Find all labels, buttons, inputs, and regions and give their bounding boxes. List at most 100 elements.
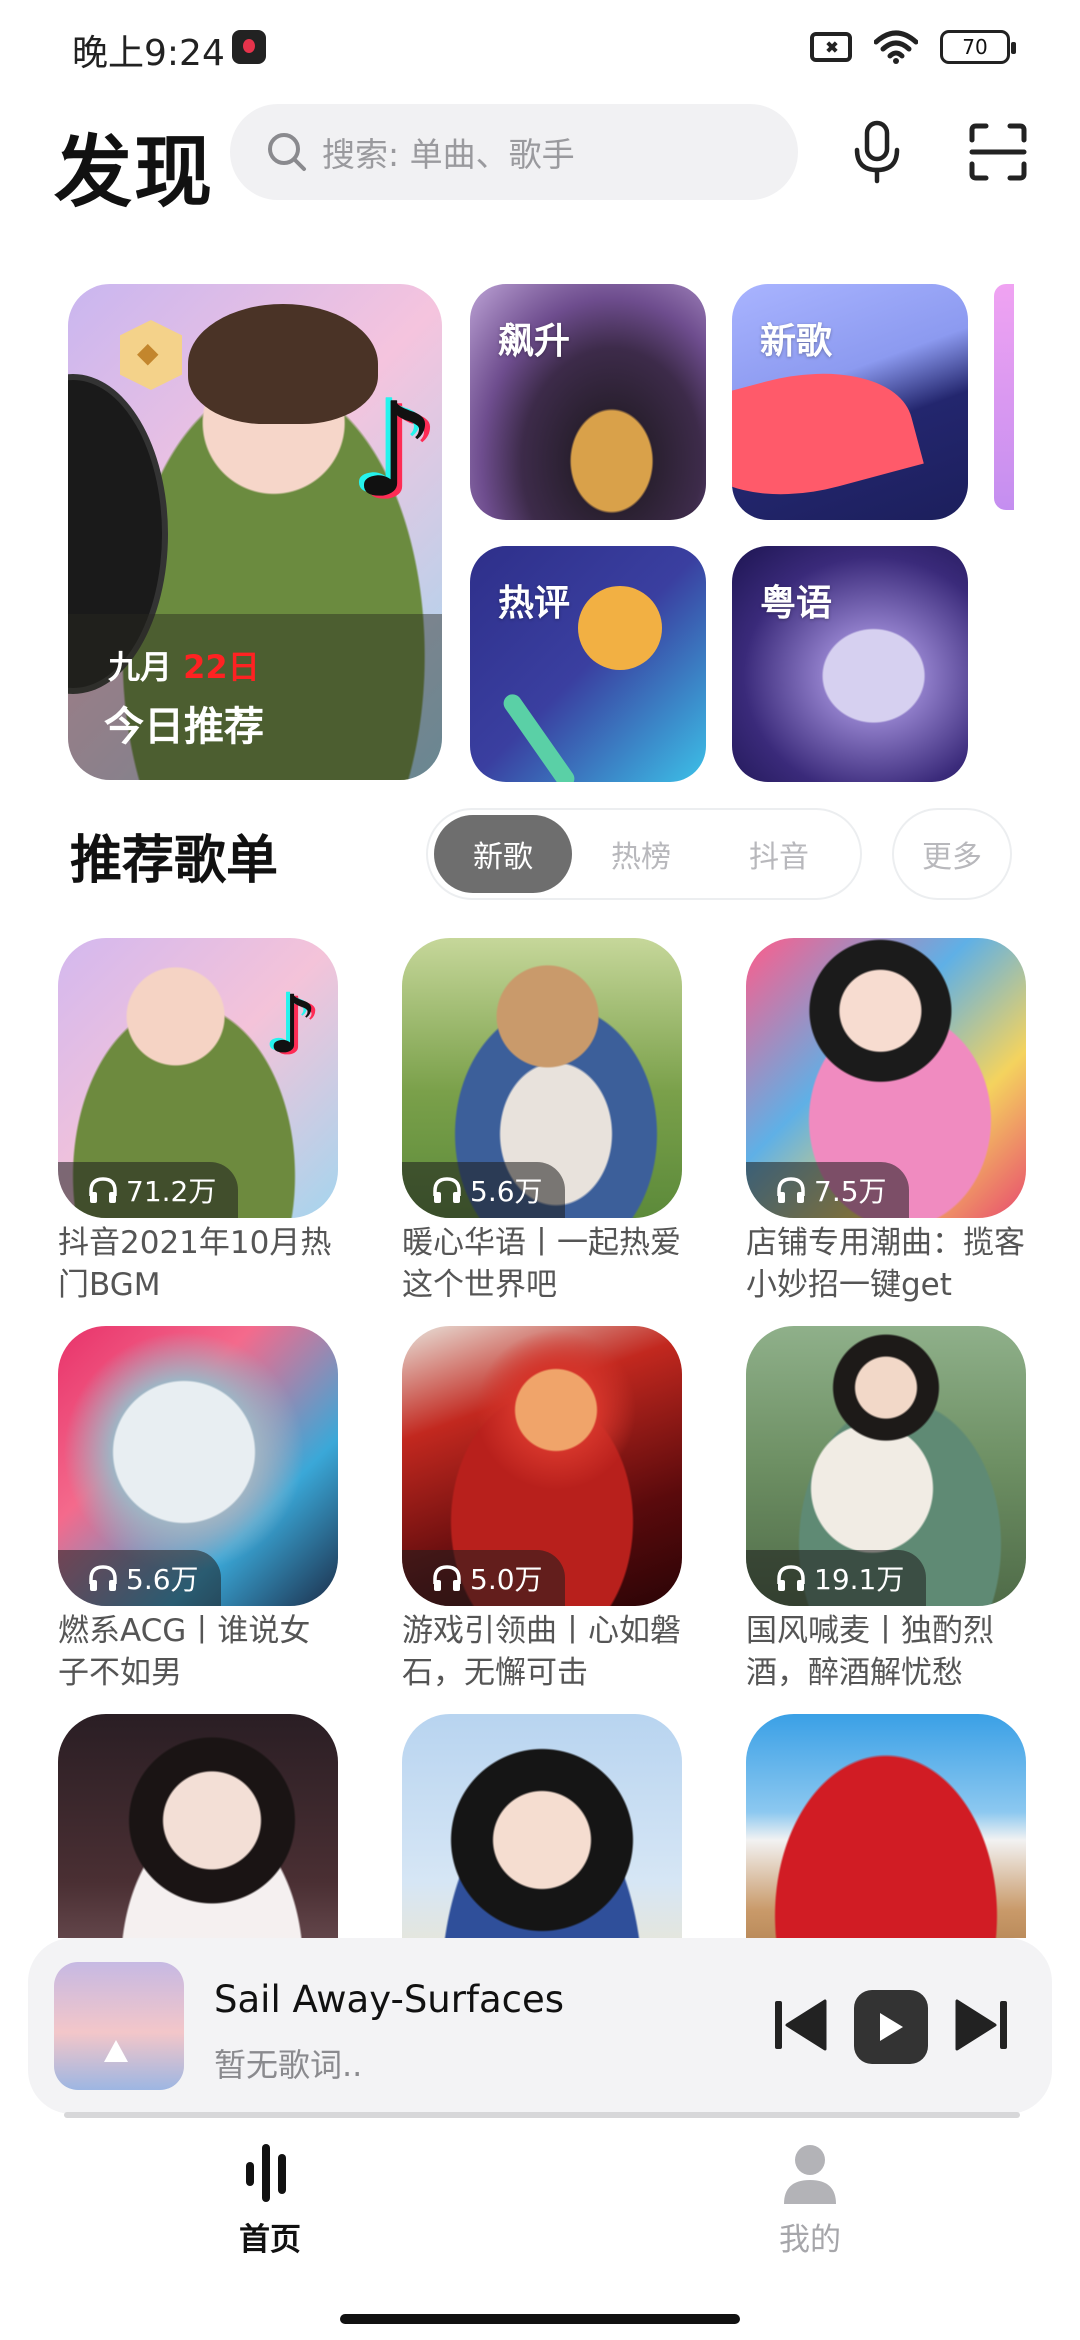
scan-icon[interactable]: [968, 122, 1028, 182]
play-count-badge: 5.6万: [402, 1162, 565, 1218]
header: 发现 搜索: 单曲、歌手: [0, 104, 1080, 218]
playlist-cover: [746, 1714, 1026, 1938]
tiktok-logo-icon: ♪: [266, 978, 318, 1071]
filter-tab-douyin[interactable]: 抖音: [710, 815, 848, 893]
battery-icon: 70: [940, 30, 1016, 64]
search-input[interactable]: 搜索: 单曲、歌手: [230, 104, 798, 200]
diamond-badge-icon: [120, 320, 182, 390]
playlist-title: 国风喊麦丨独酌烈酒，醉酒解忧愁: [746, 1613, 994, 1691]
play-count: 5.6万: [126, 1563, 199, 1596]
nav-item-mine[interactable]: 我的: [720, 2140, 900, 2259]
play-count: 7.5万: [814, 1175, 887, 1208]
category-tile-hot-comments[interactable]: 热评: [470, 546, 706, 782]
status-icons: 70: [810, 30, 1016, 64]
more-button[interactable]: 更多: [892, 808, 1012, 900]
status-bar: 晚上9:24 70: [0, 0, 1080, 96]
banner-title: 今日推荐: [104, 704, 264, 750]
skip-next-icon: [955, 1999, 1007, 2051]
playlist-card[interactable]: 7.5万 店铺专用潮曲：揽客小妙招一键get: [746, 938, 1026, 1306]
category-label: 飙升: [498, 321, 571, 362]
nav-item-home[interactable]: 首页: [180, 2140, 360, 2259]
playlist-title: 店铺专用潮曲：揽客小妙招一键get: [746, 1225, 1025, 1303]
music-app-icon: [232, 30, 266, 64]
play-count: 5.6万: [470, 1175, 543, 1208]
headphones-icon: [89, 1177, 117, 1203]
previous-track-button[interactable]: [768, 1990, 834, 2060]
play-count-badge: 7.5万: [746, 1162, 909, 1218]
next-track-button[interactable]: [948, 1990, 1014, 2060]
filter-tab-hot[interactable]: 热榜: [572, 815, 710, 893]
sim-off-icon: [810, 32, 852, 62]
playlist-card[interactable]: ♪ 71.2万 抖音2021年10月热门BGM: [58, 938, 338, 1306]
banner-artist-image: [188, 304, 378, 424]
daily-recommend-banner[interactable]: ♪ 九月 22日 今日推荐: [68, 284, 442, 780]
play-count: 19.1万: [814, 1563, 905, 1596]
playlist-card[interactable]: 5.6万 暖心华语丨一起热爱这个世界吧: [402, 938, 682, 1306]
playlist-title: 游戏引领曲丨心如磐石，无懈可击: [402, 1613, 681, 1691]
section-title: 推荐歌单: [70, 831, 279, 891]
category-tile-next-peek[interactable]: [994, 284, 1014, 510]
play-count-badge: 19.1万: [746, 1550, 927, 1606]
play-count-badge: 5.6万: [58, 1550, 221, 1606]
category-tile-soar[interactable]: 飙升: [470, 284, 706, 520]
page-title: 发现: [54, 128, 215, 218]
playlist-title: 燃系ACG丨谁说女子不如男: [58, 1613, 311, 1691]
playlist-card[interactable]: 19.1万 国风喊麦丨独酌烈酒，醉酒解忧愁: [746, 1326, 1026, 1694]
status-time: 晚上9:24: [72, 33, 225, 74]
playlist-title: 抖音2021年10月热门BGM: [58, 1225, 332, 1303]
filter-tab-new[interactable]: 新歌: [434, 815, 572, 893]
playlist-card[interactable]: [58, 1714, 338, 1938]
playback-progress-bar[interactable]: [64, 2112, 1020, 2118]
nav-label-mine: 我的: [779, 2222, 841, 2258]
category-tile-new[interactable]: 新歌: [732, 284, 968, 520]
equalizer-icon: [246, 2144, 286, 2202]
playlist-grid: ♪ 71.2万 抖音2021年10月热门BGM 5.6万 暖心华语丨一起热爱这个…: [58, 938, 1028, 1938]
play-icon: [880, 2013, 903, 2041]
home-indicator[interactable]: [340, 2314, 740, 2324]
now-playing-title: Sail Away-Surfaces: [214, 1978, 565, 2021]
now-playing-cover: [54, 1962, 184, 2090]
playlist-cover: [58, 1714, 338, 1938]
user-icon: [784, 2145, 836, 2204]
play-count-badge: 5.0万: [402, 1550, 565, 1606]
headphones-icon: [89, 1565, 117, 1591]
playlist-card[interactable]: 5.0万 游戏引领曲丨心如磐石，无懈可击: [402, 1326, 682, 1694]
playlist-card[interactable]: 5.6万 燃系ACG丨谁说女子不如男: [58, 1326, 338, 1694]
category-label: 热评: [498, 583, 571, 624]
playlist-cover: 5.0万: [402, 1326, 682, 1606]
headphones-icon: [433, 1177, 461, 1203]
search-icon: [268, 133, 306, 171]
play-button[interactable]: [854, 1990, 928, 2064]
headphones-icon: [433, 1565, 461, 1591]
playlist-cover: 19.1万: [746, 1326, 1026, 1606]
bottom-nav: 首页 我的: [0, 2140, 1080, 2280]
banner-date: 九月 22日: [108, 642, 260, 688]
playlist-card[interactable]: [746, 1714, 1026, 1938]
discover-screen: 晚上9:24 70 发现 搜索: 单曲、歌手 ◆ ♪ 九月 22日 今日推荐 飙…: [0, 0, 1080, 2340]
headphones-icon: [777, 1177, 805, 1203]
play-count: 5.0万: [470, 1563, 543, 1596]
category-label: 新歌: [760, 321, 833, 362]
tiktok-logo-icon: ♪: [353, 374, 436, 526]
search-placeholder: 搜索: 单曲、歌手: [322, 135, 575, 174]
mini-player[interactable]: Sail Away-Surfaces 暂无歌词..: [28, 1938, 1052, 2114]
wifi-icon: [874, 30, 918, 64]
playlist-cover: 5.6万: [402, 938, 682, 1218]
playlist-cover: 5.6万: [58, 1326, 338, 1606]
category-label: 粤语: [760, 583, 833, 624]
playlist-cover: ♪ 71.2万: [58, 938, 338, 1218]
mic-icon[interactable]: [852, 120, 902, 184]
playlist-card[interactable]: [402, 1714, 682, 1938]
banner-day: 22日: [183, 648, 260, 686]
headphones-icon: [777, 1565, 805, 1591]
skip-previous-icon: [775, 1999, 827, 2051]
play-count: 71.2万: [126, 1175, 217, 1208]
banner-month: 九月: [108, 648, 173, 686]
category-tile-cantonese[interactable]: 粤语: [732, 546, 968, 782]
now-playing-lyric: 暂无歌词..: [214, 2046, 363, 2084]
playlist-cover: [402, 1714, 682, 1938]
playlist-cover: 7.5万: [746, 938, 1026, 1218]
playlist-filter-tabs: 新歌 热榜 抖音: [426, 808, 862, 900]
playlist-title: 暖心华语丨一起热爱这个世界吧: [402, 1225, 681, 1303]
play-count-badge: 71.2万: [58, 1162, 239, 1218]
